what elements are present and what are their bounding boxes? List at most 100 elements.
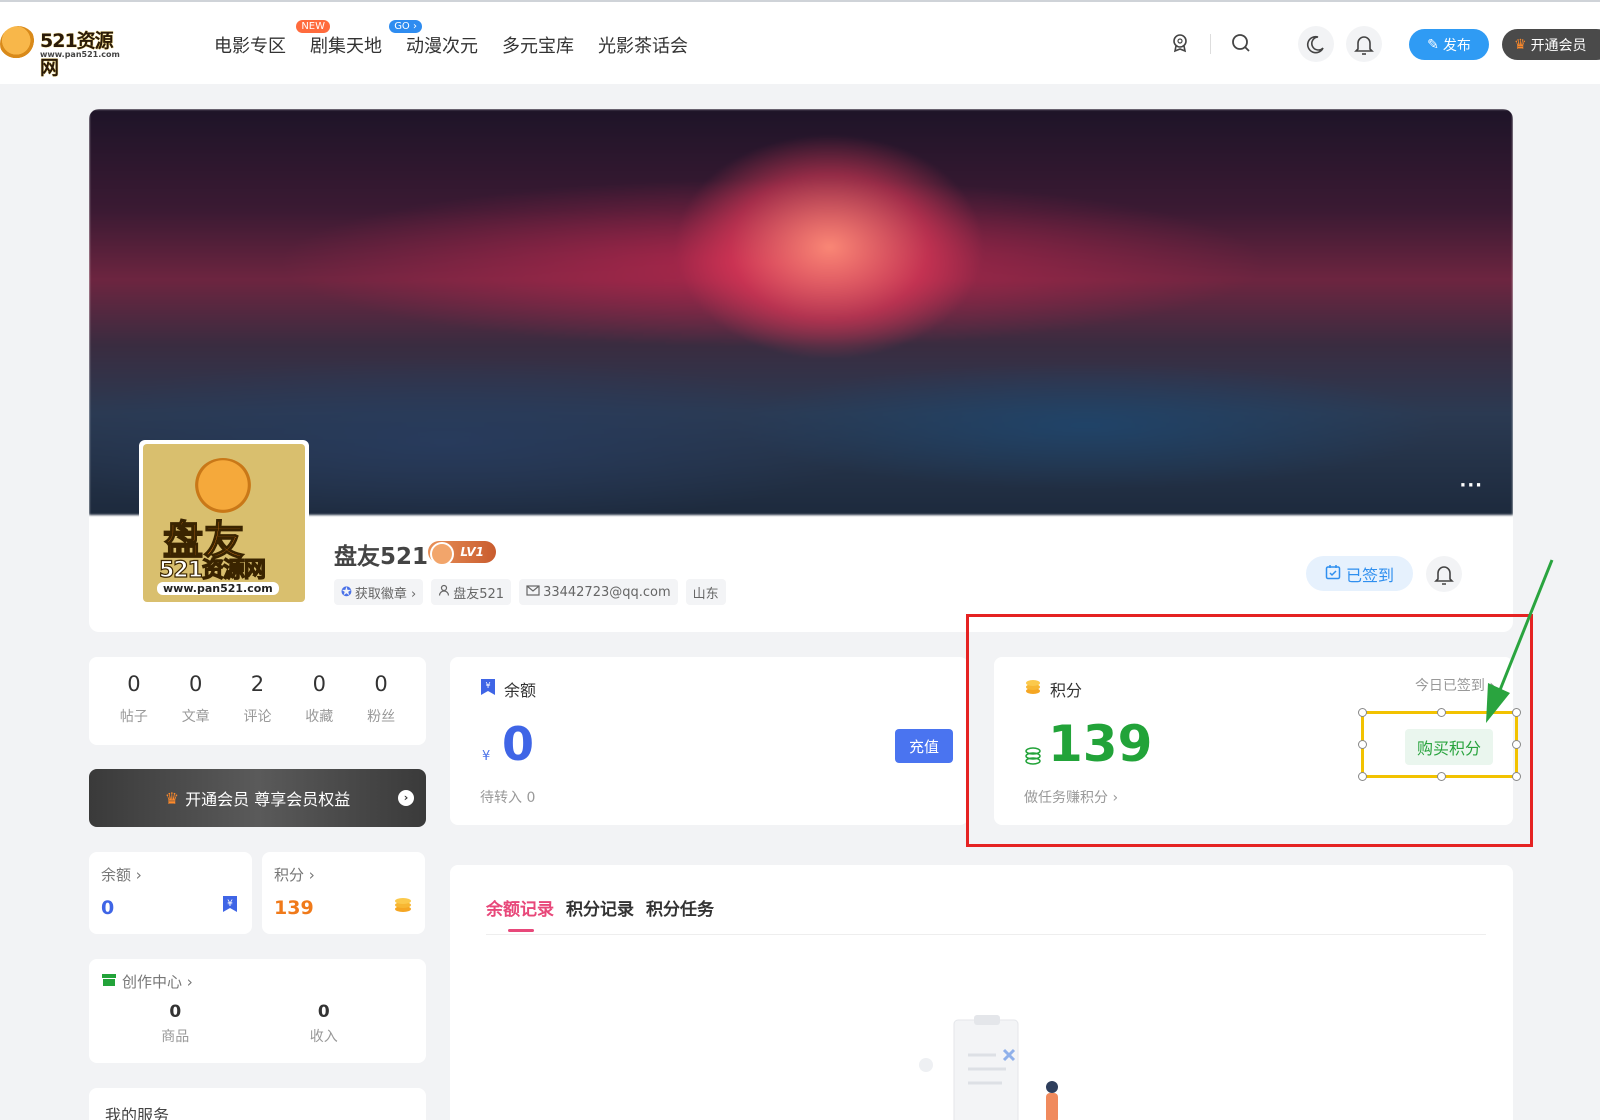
location-chip: 山东 bbox=[685, 579, 726, 605]
balance-title: ¥ 余额 bbox=[480, 677, 536, 701]
resize-handle[interactable] bbox=[1358, 708, 1367, 717]
mini-balance-title: 余额 › bbox=[101, 866, 142, 884]
resize-handle[interactable] bbox=[1358, 740, 1367, 749]
notification-bell-icon[interactable] bbox=[1426, 556, 1462, 592]
chip-label: 33442723@qq.com bbox=[543, 584, 671, 600]
creation-income[interactable]: 0 收入 bbox=[310, 1002, 338, 1046]
coins-icon bbox=[393, 894, 413, 914]
stat-value: 0 bbox=[127, 672, 141, 696]
svg-text:¥: ¥ bbox=[485, 681, 490, 690]
nav-item-series[interactable]: 剧集天地 GO › bbox=[310, 20, 422, 58]
stat-value: 2 bbox=[250, 672, 265, 696]
signed-label: 已签到 bbox=[1345, 565, 1394, 585]
empty-state-illustration bbox=[919, 1015, 1058, 1120]
avatar-subtitle: 521资源网 bbox=[158, 557, 266, 583]
wallet-icon: ¥ bbox=[480, 678, 496, 700]
creation-title: 创作中心 › bbox=[122, 973, 193, 991]
stat-posts[interactable]: 0 帖子 bbox=[109, 657, 159, 745]
profile-chips: ✪ 获取徽章 › 盘友521 33442723@qq.com 山东 bbox=[334, 579, 726, 605]
mini-points-title: 积分 › bbox=[274, 866, 315, 884]
get-badge-link[interactable]: ✪ 获取徽章 › bbox=[334, 579, 424, 605]
creation-value: 0 bbox=[169, 1002, 182, 1022]
tab-points-tasks[interactable]: 积分任务 bbox=[646, 895, 714, 920]
creation-label: 收入 bbox=[309, 1029, 338, 1045]
vip-banner-label: 开通会员 尊享会员权益 bbox=[185, 790, 351, 809]
avatar[interactable]: 盘友 521资源网 www.pan521.com bbox=[139, 440, 309, 606]
tabs-divider bbox=[486, 934, 1486, 935]
crown-icon: ♛ bbox=[1514, 36, 1527, 53]
badge-icon[interactable] bbox=[1165, 28, 1195, 58]
stat-comments[interactable]: 2 评论 bbox=[232, 657, 282, 745]
avatar-url: www.pan521.com bbox=[157, 582, 279, 595]
creation-products[interactable]: 0 商品 bbox=[161, 1002, 189, 1046]
crown-icon: ♛ bbox=[164, 788, 180, 808]
vip-benefits-banner[interactable]: ♛ 开通会员 尊享会员权益 › bbox=[89, 769, 426, 827]
resize-handle[interactable] bbox=[1512, 740, 1521, 749]
resize-handle[interactable] bbox=[1437, 708, 1446, 717]
medal-icon: ✪ bbox=[341, 584, 352, 600]
site-logo[interactable]: 521资源网 www.pan521.com bbox=[0, 22, 130, 79]
stat-articles[interactable]: 0 文章 bbox=[171, 657, 221, 745]
publish-button[interactable]: ✎ 发布 bbox=[1409, 29, 1489, 60]
stat-value: 0 bbox=[189, 672, 203, 696]
mini-points-card[interactable]: 积分 › 139 bbox=[262, 852, 425, 934]
level-badge[interactable]: LV1 bbox=[428, 541, 496, 566]
mail-icon bbox=[526, 584, 540, 600]
search-icon[interactable] bbox=[1226, 28, 1256, 58]
publish-label: 发布 bbox=[1442, 37, 1471, 54]
creation-center-link[interactable]: 创作中心 › bbox=[101, 971, 414, 992]
resize-handle[interactable] bbox=[1358, 772, 1367, 781]
svg-text:¥: ¥ bbox=[227, 899, 233, 909]
balance-card: ¥ 余额 ¥ 0 待转入 0 充值 bbox=[450, 657, 968, 825]
logo-url: www.pan521.com bbox=[40, 50, 120, 59]
nav-item-anime[interactable]: 动漫次元 bbox=[406, 32, 478, 58]
mini-balance-card[interactable]: 余额 › 0 ¥ bbox=[89, 852, 252, 934]
profile-card: ··· 盘友 521资源网 www.pan521.com 盘友521 LV1 ✪… bbox=[89, 109, 1513, 632]
green-arrow-icon bbox=[1486, 559, 1554, 723]
creation-label: 商品 bbox=[161, 1029, 190, 1045]
dark-mode-icon[interactable] bbox=[1298, 26, 1334, 62]
nav-item-library[interactable]: 多元宝库 bbox=[502, 32, 574, 58]
more-icon[interactable]: ··· bbox=[1459, 475, 1483, 496]
records-tabs: 余额记录 积分记录 积分任务 bbox=[486, 895, 714, 932]
creation-value: 0 bbox=[317, 1002, 330, 1022]
creation-stats: 0 商品 0 收入 bbox=[101, 1002, 414, 1046]
stat-label: 帖子 bbox=[119, 709, 148, 725]
nickname-chip: 盘友521 bbox=[431, 579, 512, 605]
stat-label: 收藏 bbox=[305, 709, 334, 725]
resize-handle[interactable] bbox=[1512, 772, 1521, 781]
username: 盘友521 bbox=[334, 544, 429, 570]
avatar-image: 盘友 521资源网 www.pan521.com bbox=[143, 444, 305, 602]
nav-label: 多元宝库 bbox=[502, 36, 574, 57]
creation-center-card: 创作中心 › 0 商品 0 收入 bbox=[89, 959, 426, 1063]
nav-item-movies[interactable]: 电影专区 NEW bbox=[214, 20, 330, 58]
signed-in-button[interactable]: 已签到 bbox=[1306, 556, 1413, 591]
main-nav: 电影专区 NEW 剧集天地 GO › 动漫次元 多元宝库 光影茶话会 bbox=[214, 20, 712, 58]
tab-points-records[interactable]: 积分记录 bbox=[566, 895, 634, 920]
tab-balance-records[interactable]: 余额记录 bbox=[486, 895, 554, 932]
stat-followers[interactable]: 0 粉丝 bbox=[356, 657, 406, 745]
stat-favorites[interactable]: 0 收藏 bbox=[294, 657, 344, 745]
store-icon bbox=[101, 973, 117, 991]
stat-label: 粉丝 bbox=[367, 709, 396, 725]
resize-handle[interactable] bbox=[1437, 772, 1446, 781]
nav-item-tea-party[interactable]: 光影茶话会 bbox=[598, 32, 688, 58]
user-icon bbox=[438, 584, 450, 600]
nav-label: 剧集天地 bbox=[310, 36, 382, 57]
currency-symbol: ¥ bbox=[482, 749, 491, 764]
user-stats: 0 帖子 0 文章 2 评论 0 收藏 0 粉丝 bbox=[89, 657, 426, 745]
pending-amount: 待转入 0 bbox=[480, 790, 536, 806]
services-title: 我的服务 bbox=[105, 1106, 170, 1120]
my-services-card: 我的服务 bbox=[89, 1088, 426, 1120]
open-vip-button[interactable]: ♛ 开通会员 bbox=[1502, 29, 1600, 60]
records-card: 余额记录 积分记录 积分任务 bbox=[450, 865, 1513, 1120]
chip-label: 山东 bbox=[692, 586, 719, 602]
stat-label: 文章 bbox=[181, 709, 210, 725]
recharge-button[interactable]: 充值 bbox=[895, 729, 953, 763]
nav-label: 电影专区 bbox=[214, 36, 286, 57]
bell-icon[interactable] bbox=[1346, 26, 1382, 62]
nav-label: 光影茶话会 bbox=[598, 36, 688, 57]
stat-value: 0 bbox=[312, 672, 326, 696]
stat-value: 0 bbox=[374, 672, 388, 696]
stat-label: 评论 bbox=[243, 709, 272, 725]
